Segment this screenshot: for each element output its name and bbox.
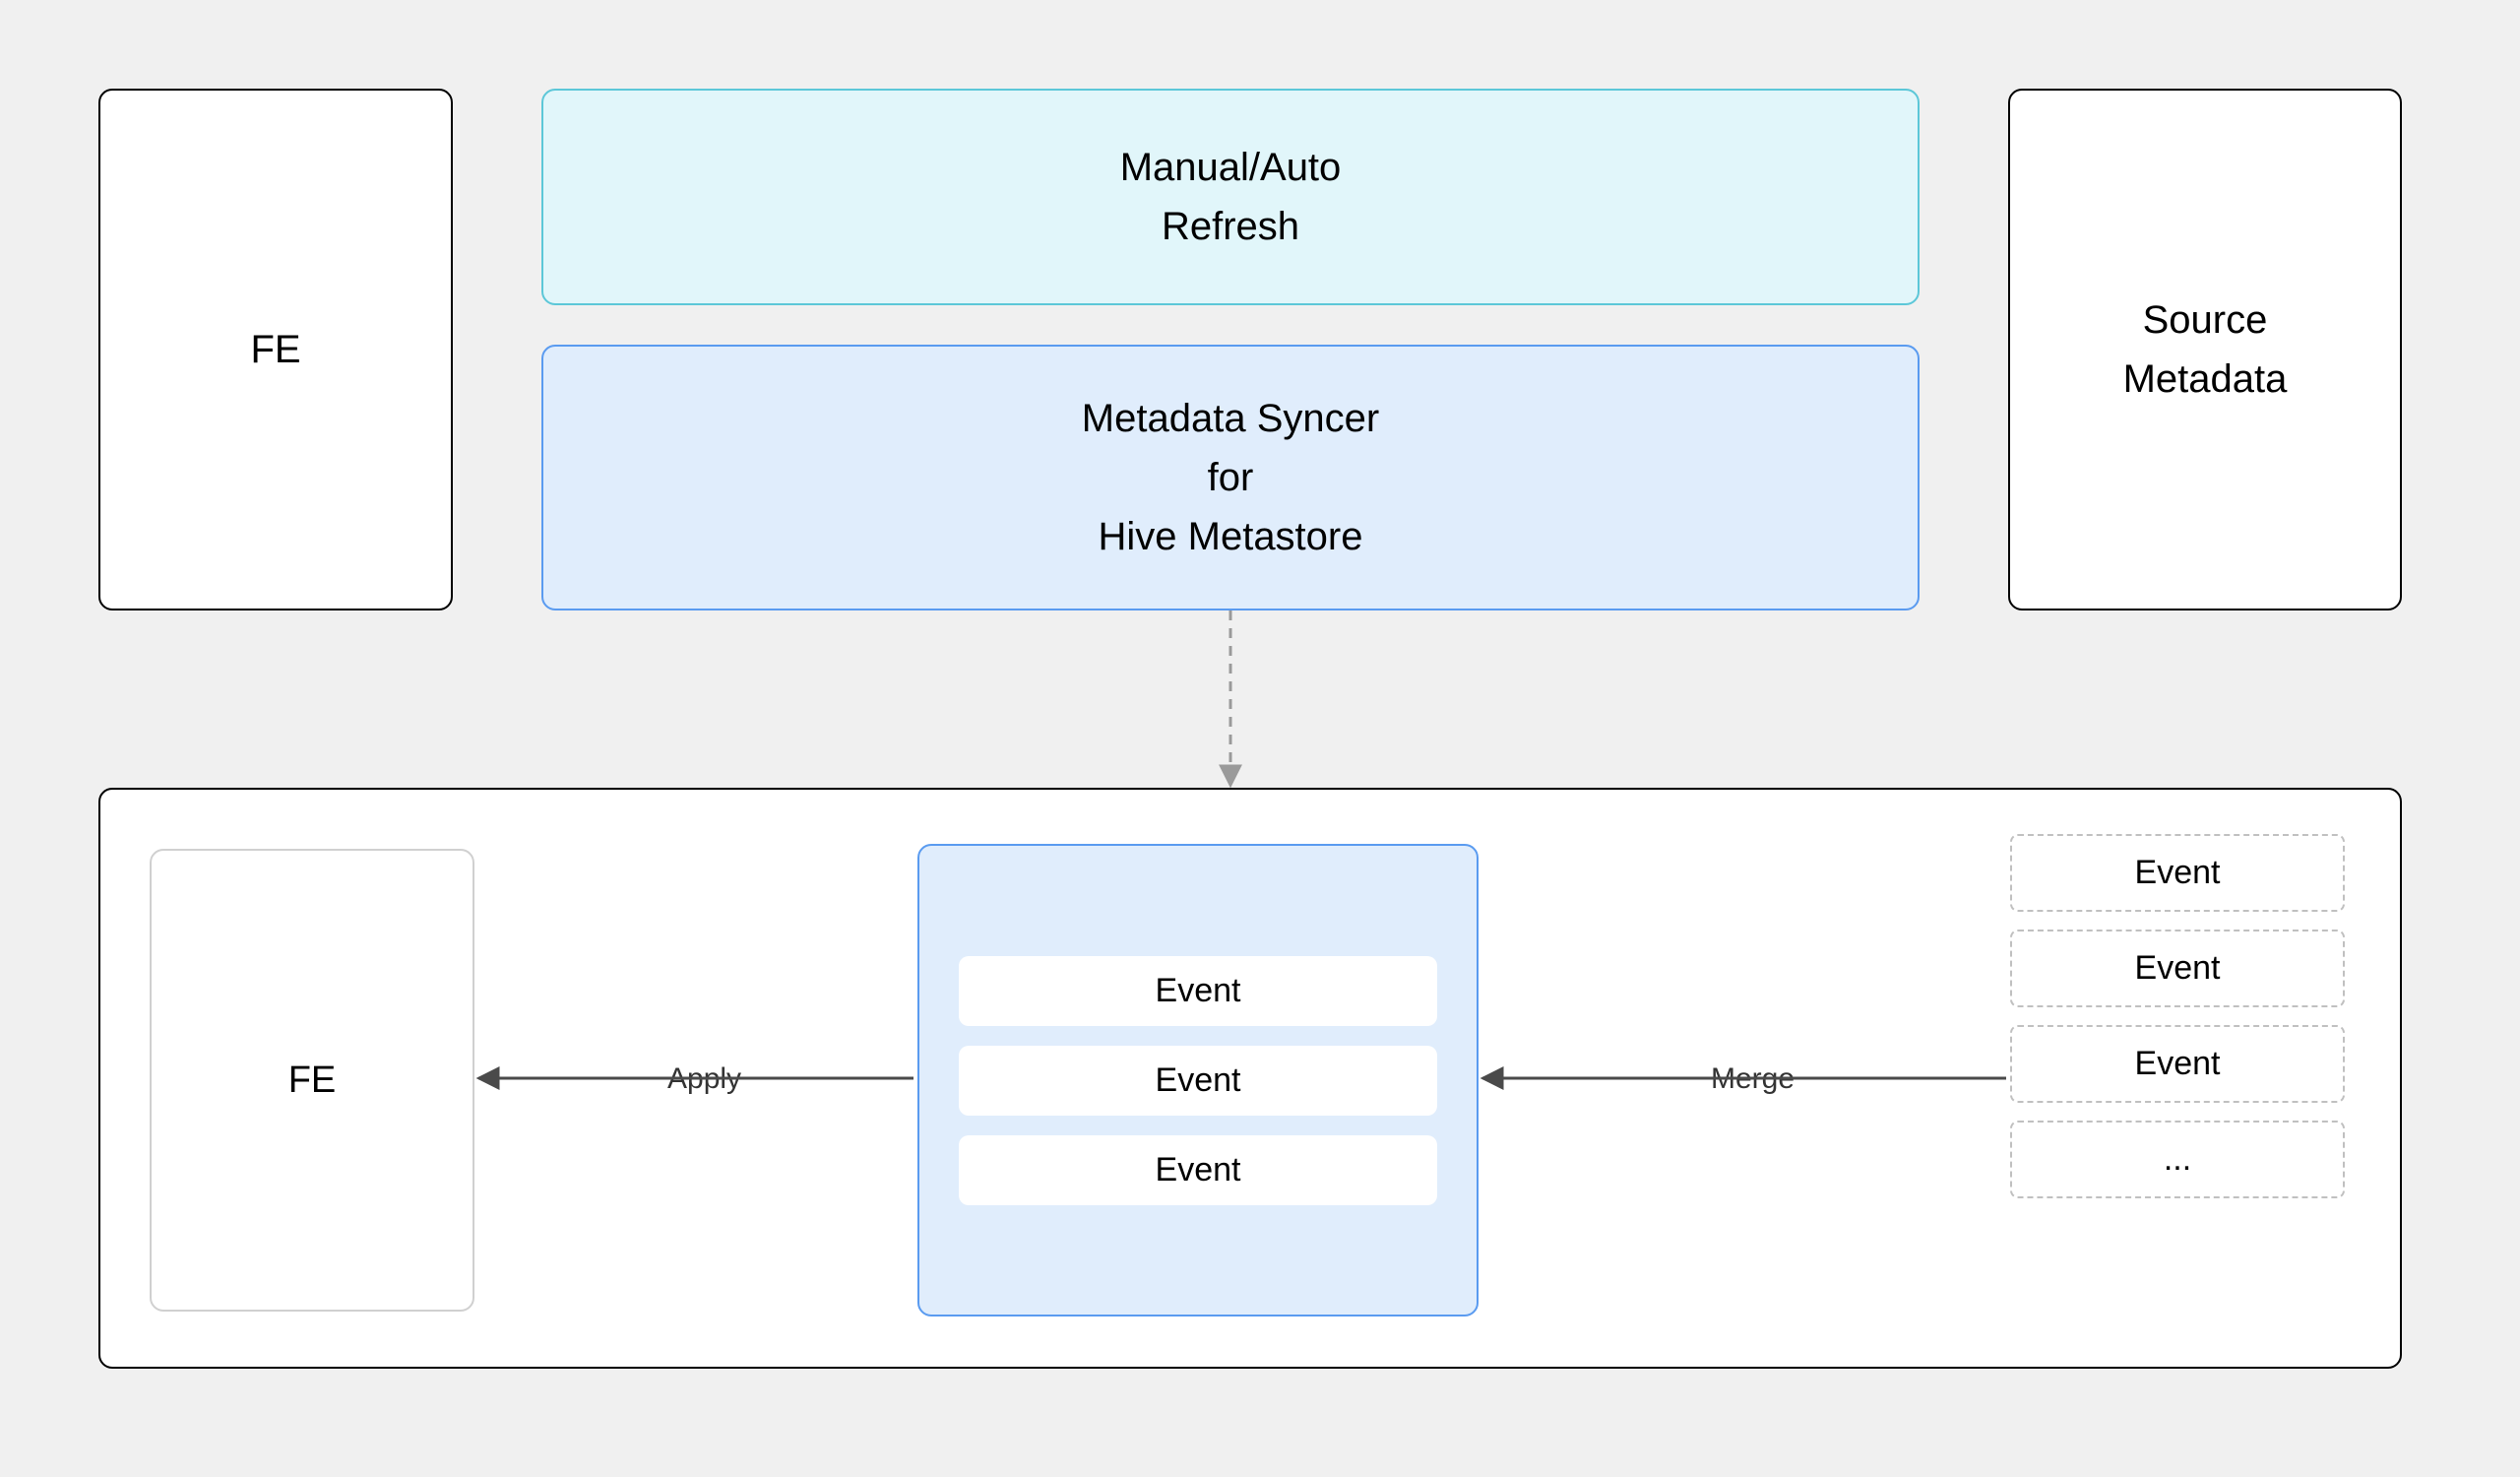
event-chip-raw: Event bbox=[2010, 1025, 2345, 1103]
syncer-line3: Hive Metastore bbox=[1099, 507, 1363, 566]
event-stack-merged: Event Event Event bbox=[917, 844, 1479, 1316]
refresh-line2: Refresh bbox=[1162, 197, 1299, 256]
syncer-box: Metadata Syncer for Hive Metastore bbox=[541, 345, 1920, 610]
fe-top-label: FE bbox=[250, 320, 300, 379]
fe-bottom-box: FE bbox=[150, 849, 474, 1312]
syncer-line2: for bbox=[1208, 448, 1254, 507]
fe-top-box: FE bbox=[98, 89, 453, 610]
event-chip-raw: Event bbox=[2010, 930, 2345, 1007]
bottom-container: FE Event Event Event Event Event Event .… bbox=[98, 788, 2402, 1369]
event-chip-merged: Event bbox=[959, 1135, 1438, 1205]
event-stack-raw: Event Event Event ... bbox=[2010, 834, 2345, 1198]
apply-label: Apply bbox=[652, 1059, 757, 1100]
refresh-line1: Manual/Auto bbox=[1120, 138, 1342, 197]
merge-label: Merge bbox=[1695, 1059, 1810, 1100]
event-chip-raw: Event bbox=[2010, 834, 2345, 912]
event-chip-merged: Event bbox=[959, 1046, 1438, 1116]
event-chip-raw: ... bbox=[2010, 1121, 2345, 1198]
source-metadata-box: Source Metadata bbox=[2008, 89, 2402, 610]
refresh-box: Manual/Auto Refresh bbox=[541, 89, 1920, 305]
event-chip-merged: Event bbox=[959, 956, 1438, 1026]
fe-bottom-label: FE bbox=[288, 1060, 337, 1102]
syncer-line1: Metadata Syncer bbox=[1082, 389, 1379, 448]
source-line2: Metadata bbox=[2123, 350, 2288, 409]
source-line1: Source bbox=[2143, 290, 2268, 350]
